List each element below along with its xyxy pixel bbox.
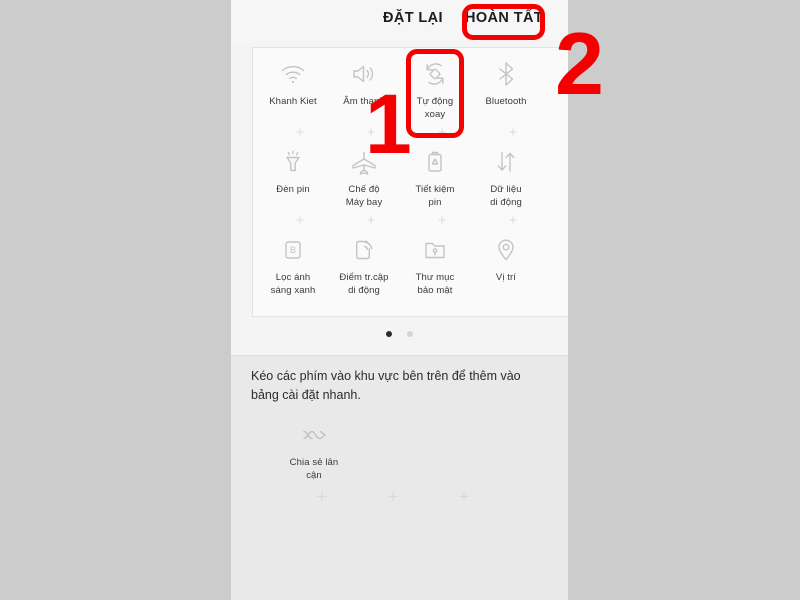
tile-label: Bluetooth: [485, 96, 527, 107]
tile-label: Vị trí: [495, 272, 517, 283]
mobile-data-icon: [469, 145, 543, 179]
tray-placeholder-marker[interactable]: +: [314, 488, 330, 505]
add-tile-marker[interactable]: +: [293, 213, 307, 228]
tile-label: Chế độ Máy bay: [345, 184, 383, 208]
tile-label: Điểm tr.cập di động: [339, 272, 389, 296]
phone-screen: ĐẶT LẠI HOÀN TẤT Khanh Kiet Âm thanh Tự …: [231, 0, 568, 600]
quick-settings-grid-page-2-peek: [554, 47, 568, 317]
tile-battery-saver[interactable]: Tiết kiệm pin: [398, 145, 472, 209]
tile-flashlight[interactable]: Đèn pin: [256, 145, 330, 197]
tile-mobile-data[interactable]: Dữ liệu di động: [469, 145, 543, 209]
tray-instruction: Kéo các phím vào khu vực bên trên để thê…: [251, 369, 521, 402]
quick-settings-panel: Khanh Kiet Âm thanh Tự động xoay Bluetoo…: [231, 42, 568, 355]
done-button[interactable]: HOÀN TẤT: [465, 8, 543, 28]
tile-airplane-mode[interactable]: Chế độ Máy bay: [327, 145, 401, 209]
tile-location[interactable]: Vị trí: [469, 233, 543, 285]
reset-button[interactable]: ĐẶT LẠI: [383, 8, 443, 28]
page-dot-active[interactable]: [386, 330, 393, 337]
add-tile-marker[interactable]: +: [506, 125, 520, 140]
page-indicator: [231, 325, 568, 343]
tile-bluetooth[interactable]: Bluetooth: [469, 57, 543, 109]
tile-wifi[interactable]: Khanh Kiet: [256, 57, 330, 109]
tray-placeholder-marker[interactable]: +: [456, 488, 472, 505]
tile-blue-light-filter[interactable]: B Lọc ánh sáng xanh: [256, 233, 330, 297]
tile-label: Lọc ánh sáng xanh: [270, 272, 316, 296]
tile-label: Dữ liệu di động: [490, 184, 522, 208]
location-icon: [469, 233, 543, 267]
tray-grid: Chia sẻ lân cận + + +: [252, 418, 568, 518]
tile-label: Âm thanh: [343, 96, 385, 107]
wifi-icon: [256, 57, 330, 91]
tile-label: Đèn pin: [276, 184, 310, 195]
add-tile-marker[interactable]: +: [364, 213, 378, 228]
nearby-share-icon: [277, 418, 351, 452]
airplane-icon: [327, 145, 401, 179]
tile-label: Tiết kiệm pin: [415, 184, 455, 208]
auto-rotate-icon: [398, 57, 472, 91]
battery-saver-icon: [398, 145, 472, 179]
tile-label: Chia sẻ lân cận: [289, 457, 339, 481]
mobile-hotspot-icon: [327, 233, 401, 267]
tile-mobile-hotspot[interactable]: Điểm tr.cập di động: [327, 233, 401, 297]
page-dot-inactive[interactable]: [406, 330, 413, 337]
tile-secure-folder[interactable]: Thư mục bảo mật: [398, 233, 472, 297]
tray-placeholder-marker[interactable]: +: [385, 488, 401, 505]
blue-light-filter-icon: B: [256, 233, 330, 267]
add-tile-marker[interactable]: +: [435, 213, 449, 228]
editor-header: ĐẶT LẠI HOÀN TẤT: [231, 0, 568, 42]
sound-icon: [327, 57, 401, 91]
secure-folder-icon: [398, 233, 472, 267]
tile-label: Khanh Kiet: [269, 96, 317, 107]
tile-auto-rotate[interactable]: Tự động xoay: [398, 57, 472, 121]
tile-label: Tự động xoay: [416, 96, 454, 120]
add-tile-marker[interactable]: +: [364, 125, 378, 140]
add-tile-marker[interactable]: +: [435, 125, 449, 140]
flashlight-icon: [256, 145, 330, 179]
tile-nearby-share[interactable]: Chia sẻ lân cận: [277, 418, 351, 482]
tile-sound[interactable]: Âm thanh: [327, 57, 401, 109]
bluetooth-icon: [469, 57, 543, 91]
svg-text:B: B: [290, 245, 296, 255]
available-tiles-tray: Kéo các phím vào khu vực bên trên để thê…: [231, 356, 568, 600]
tile-label: Thư mục bảo mật: [415, 272, 455, 296]
add-tile-marker[interactable]: +: [293, 125, 307, 140]
add-tile-marker[interactable]: +: [506, 213, 520, 228]
